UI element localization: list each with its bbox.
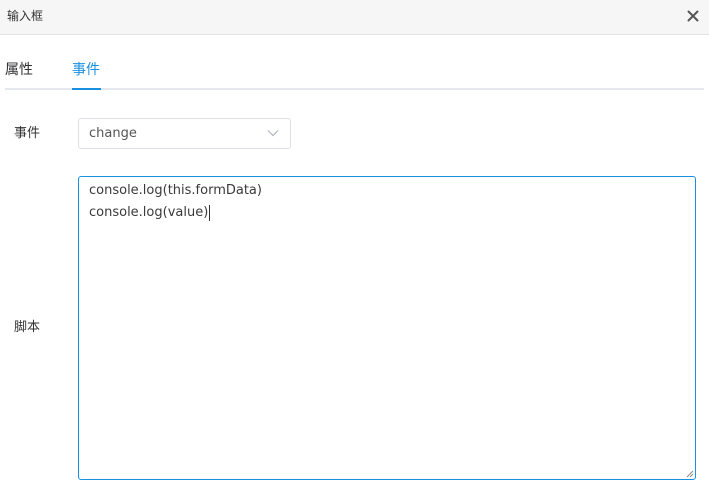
dialog-header: 输入框 [0, 0, 709, 35]
dialog-title: 输入框 [7, 9, 44, 23]
chevron-down-icon [267, 130, 279, 137]
tab-properties[interactable]: 属性 [5, 61, 33, 79]
event-select-value: change [89, 126, 137, 141]
script-line: console.log(value) [89, 205, 209, 220]
script-label: 脚本 [14, 320, 41, 335]
script-textarea[interactable]: console.log(this.formData) console.log(v… [78, 176, 696, 480]
event-select[interactable]: change [78, 118, 291, 149]
close-button[interactable] [683, 6, 703, 26]
script-line-with-caret: console.log(value) [89, 205, 211, 221]
text-caret [209, 205, 211, 221]
active-tab-indicator [72, 88, 101, 90]
input-box-dialog: 输入框 属性 事件 事件 change 脚本 console.log(this.… [0, 0, 709, 497]
tab-events[interactable]: 事件 [72, 61, 100, 79]
event-label: 事件 [14, 126, 41, 141]
resize-grip-icon[interactable] [686, 470, 694, 478]
script-line: console.log(this.formData) [89, 183, 262, 198]
tab-bar: 属性 事件 [5, 35, 704, 90]
close-icon [687, 10, 699, 22]
